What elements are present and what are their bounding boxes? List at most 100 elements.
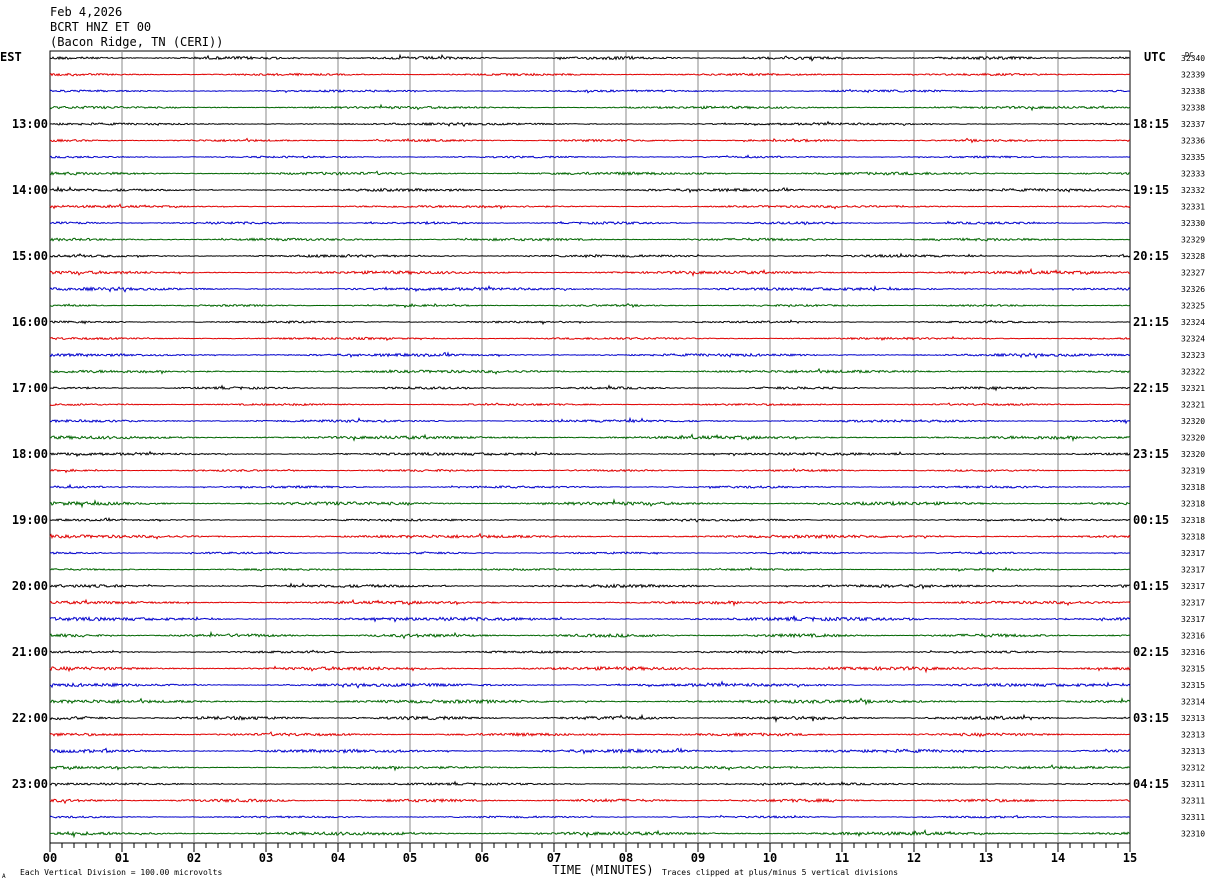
right-hour-label: 00:15 (1133, 513, 1169, 527)
plot-grid (49, 50, 1131, 852)
seismic-trace (49, 649, 1131, 655)
seismic-trace (49, 828, 1131, 839)
seismic-trace (49, 88, 1131, 94)
x-tick-label: 06 (475, 851, 489, 865)
dc-offset-label: 32326 (1181, 285, 1205, 294)
dc-offset-label: 32340 (1181, 54, 1205, 63)
seismic-trace (49, 367, 1130, 375)
seismic-trace (49, 713, 1131, 724)
left-timezone-label: EST (0, 50, 22, 64)
dc-offset-label: 32324 (1181, 335, 1205, 344)
left-hour-label: 19:00 (12, 513, 48, 527)
x-tick-label: 13 (979, 851, 993, 865)
dc-offset-label: 32330 (1181, 219, 1205, 228)
dc-offset-label: 32313 (1181, 747, 1205, 756)
seismic-trace (49, 697, 1131, 706)
seismic-trace (49, 467, 1131, 474)
seismic-trace (49, 598, 1131, 607)
left-hour-label: 22:00 (12, 711, 48, 725)
dc-offset-label: 32317 (1181, 566, 1205, 575)
left-hour-label: 15:00 (12, 249, 48, 263)
right-hour-label: 21:15 (1133, 315, 1169, 329)
dc-offset-label: 32338 (1181, 104, 1205, 113)
seismogram-plot: 00 01 02 03 04 05 06 07 08 09 10 11 12 13 14 15DC323403… (0, 50, 1205, 880)
footer-mark: A (2, 873, 6, 880)
dc-offset-label: 32315 (1181, 681, 1205, 690)
dc-offset-label: 32320 (1181, 434, 1205, 443)
dc-offset-label: 32317 (1181, 599, 1205, 608)
seismic-trace (49, 53, 1131, 62)
seismic-trace (49, 416, 1131, 425)
clipping-note: Traces clipped at plus/minus 5 vertical … (662, 868, 898, 877)
dc-offset-label: 32333 (1181, 170, 1205, 179)
seismic-trace (49, 780, 1131, 787)
seismic-trace (49, 814, 1131, 819)
dc-offset-label: 32337 (1181, 120, 1205, 129)
seismic-trace (49, 498, 1131, 509)
dc-offset-label: 32321 (1181, 384, 1205, 393)
dc-offset-label: 32318 (1181, 500, 1205, 509)
dc-offset-label: 32314 (1181, 698, 1205, 707)
left-hour-label: 16:00 (12, 315, 48, 329)
seismic-trace (49, 137, 1131, 144)
seismic-trace (49, 267, 1131, 278)
x-tick-label: 05 (403, 851, 417, 865)
seismic-trace (49, 566, 1131, 573)
dc-offset-label: 32329 (1181, 236, 1205, 245)
dc-offset-label: 32321 (1181, 401, 1205, 410)
x-axis-title: TIME (MINUTES) (552, 863, 653, 877)
label-group: 00 01 02 03 04 05 06 07 08 09 10 11 12 13 14 15DC323403… (0, 50, 1205, 880)
dc-offset-label: 32317 (1181, 615, 1205, 624)
left-hour-label: 17:00 (12, 381, 48, 395)
dc-offset-label: 32310 (1181, 830, 1205, 839)
seismic-trace (49, 615, 1131, 623)
seismic-trace (49, 335, 1131, 342)
seismic-trace (49, 797, 1130, 805)
seismic-trace (49, 665, 1131, 674)
dc-offset-label: 32323 (1181, 351, 1205, 360)
dc-offset-label: 32311 (1181, 797, 1205, 806)
dc-offset-label: 32335 (1181, 153, 1205, 162)
right-hour-label: 18:15 (1133, 117, 1169, 131)
dc-offset-label: 32332 (1181, 186, 1205, 195)
right-timezone-label: UTC (1144, 50, 1166, 64)
x-tick-label: 09 (691, 851, 705, 865)
plot-frame (49, 50, 1131, 844)
dc-offset-label: 32328 (1181, 252, 1205, 261)
dc-offset-label: 32318 (1181, 533, 1205, 542)
seismic-trace (49, 450, 1131, 458)
seismic-trace (49, 402, 1131, 407)
x-tick-label: 03 (259, 851, 273, 865)
seismic-trace (49, 517, 1131, 523)
dc-offset-label: 32319 (1181, 467, 1205, 476)
dc-offset-label: 32331 (1181, 203, 1205, 212)
dc-offset-label: 32339 (1181, 71, 1205, 80)
seismic-trace (49, 550, 1131, 556)
seismic-trace (49, 532, 1131, 540)
dc-offset-label: 32316 (1181, 632, 1205, 641)
seismic-trace (49, 303, 1131, 309)
right-hour-label: 01:15 (1133, 579, 1169, 593)
x-tick-label: 14 (1051, 851, 1065, 865)
left-hour-label: 14:00 (12, 183, 48, 197)
seismic-trace (49, 252, 1131, 259)
seismic-trace (49, 747, 1131, 755)
dc-offset-label: 32316 (1181, 648, 1205, 657)
seismic-trace (49, 220, 1130, 226)
x-tick-label: 00 (43, 851, 57, 865)
dc-offset-label: 32324 (1181, 318, 1205, 327)
dc-offset-label: 32336 (1181, 137, 1205, 146)
seismic-trace (49, 170, 1131, 176)
vertical-division-note: Each Vertical Division = 100.00 microvol… (20, 868, 222, 877)
seismic-trace (49, 630, 1131, 640)
x-tick-label: 15 (1123, 851, 1137, 865)
dc-offset-label: 32313 (1181, 731, 1205, 740)
dc-offset-label: 32338 (1181, 87, 1205, 96)
dc-offset-label: 32311 (1181, 813, 1205, 822)
seismic-trace (49, 582, 1131, 590)
dc-offset-label: 32320 (1181, 417, 1205, 426)
right-hour-label: 02:15 (1133, 645, 1169, 659)
right-hour-label: 22:15 (1133, 381, 1169, 395)
seismic-trace (49, 680, 1131, 689)
seismic-trace (49, 203, 1131, 210)
